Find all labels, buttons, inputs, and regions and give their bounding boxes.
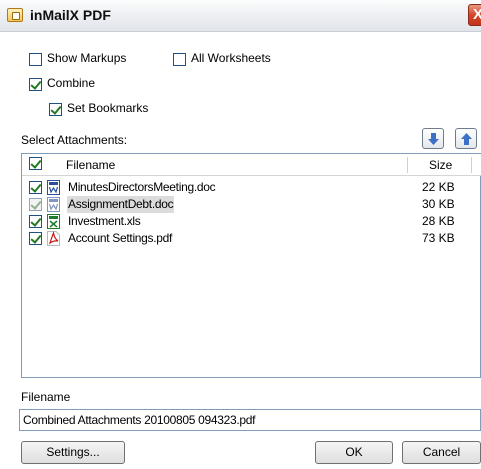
column-divider[interactable]	[471, 157, 472, 173]
excel-xls-icon	[47, 214, 60, 229]
app-icon	[7, 8, 23, 22]
combine-label: Combine	[47, 76, 96, 90]
show-markups-checkbox[interactable]	[29, 53, 42, 66]
settings-button[interactable]: Settings...	[21, 441, 125, 464]
row-checkbox[interactable]	[29, 215, 42, 228]
pdf-icon	[47, 231, 60, 246]
column-divider[interactable]	[407, 157, 408, 173]
row-checkbox[interactable]	[29, 232, 42, 245]
row-size: 22 KB	[422, 180, 455, 194]
arrow-up-icon	[461, 133, 472, 145]
row-checkbox[interactable]	[29, 181, 42, 194]
list-item[interactable]: Investment.xls 28 KB	[22, 213, 481, 230]
select-attachments-label: Select Attachments:	[21, 133, 128, 147]
move-up-button[interactable]	[455, 128, 477, 149]
list-item[interactable]: AssignmentDebt.doc 30 KB	[22, 196, 481, 213]
column-header-size[interactable]: Size	[429, 158, 452, 172]
attachments-list[interactable]: Filename Size MinutesDirectorsMeeting.do…	[21, 153, 481, 378]
all-worksheets-label: All Worksheets	[191, 51, 271, 65]
filename-label: Filename	[21, 390, 71, 404]
cancel-button[interactable]: Cancel	[402, 441, 481, 464]
combine-checkbox[interactable]	[29, 78, 42, 91]
row-size: 73 KB	[422, 231, 455, 245]
row-filename: Investment.xls	[68, 214, 141, 228]
title-bar[interactable]: inMailX PDF X	[0, 0, 481, 32]
word-doc-icon	[47, 180, 60, 195]
row-filename: MinutesDirectorsMeeting.doc	[68, 180, 216, 194]
select-all-checkbox[interactable]	[29, 157, 42, 170]
filename-input[interactable]: Combined Attachments 20100805 094323.pdf	[19, 409, 481, 431]
row-filename: AssignmentDebt.doc	[67, 196, 175, 213]
show-markups-label: Show Markups	[47, 51, 127, 65]
row-size: 28 KB	[422, 214, 455, 228]
list-item[interactable]: Account Settings.pdf 73 KB	[22, 230, 481, 247]
all-worksheets-checkbox[interactable]	[173, 53, 186, 66]
row-checkbox[interactable]	[29, 198, 42, 211]
set-bookmarks-label: Set Bookmarks	[67, 101, 149, 115]
word-doc-icon	[47, 197, 60, 212]
arrow-down-icon	[428, 133, 439, 145]
column-header-filename[interactable]: Filename	[66, 158, 115, 172]
list-item[interactable]: MinutesDirectorsMeeting.doc 22 KB	[22, 179, 481, 196]
move-down-button[interactable]	[422, 128, 444, 149]
window-title: inMailX PDF	[30, 7, 111, 23]
row-size: 30 KB	[422, 197, 455, 211]
close-button[interactable]: X	[468, 4, 481, 26]
ok-button[interactable]: OK	[315, 441, 393, 464]
set-bookmarks-checkbox[interactable]	[49, 103, 62, 116]
row-filename: Account Settings.pdf	[68, 231, 173, 245]
list-header: Filename Size	[22, 154, 481, 176]
